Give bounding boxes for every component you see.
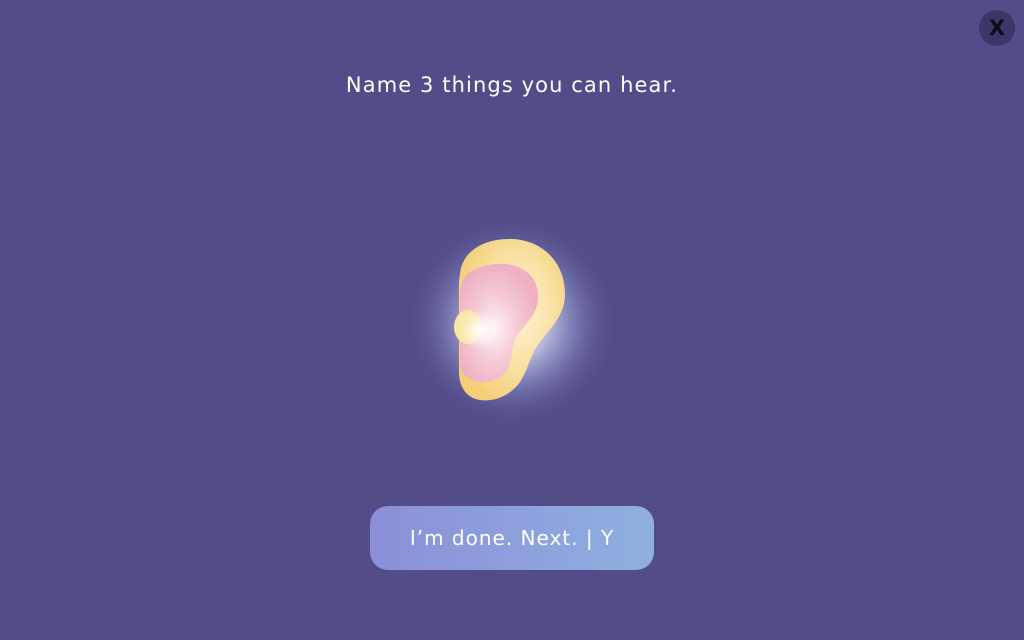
ear-illustration (402, 212, 622, 432)
next-button-label: I’m done. Next. | Y (409, 526, 615, 550)
ear-icon (404, 214, 620, 430)
glow-core (460, 310, 500, 350)
close-label: X (988, 16, 1006, 40)
close-button[interactable]: X (979, 10, 1015, 46)
prompt-text: Name 3 things you can hear. (345, 73, 679, 97)
next-button[interactable]: I’m done. Next. | Y (370, 506, 654, 570)
